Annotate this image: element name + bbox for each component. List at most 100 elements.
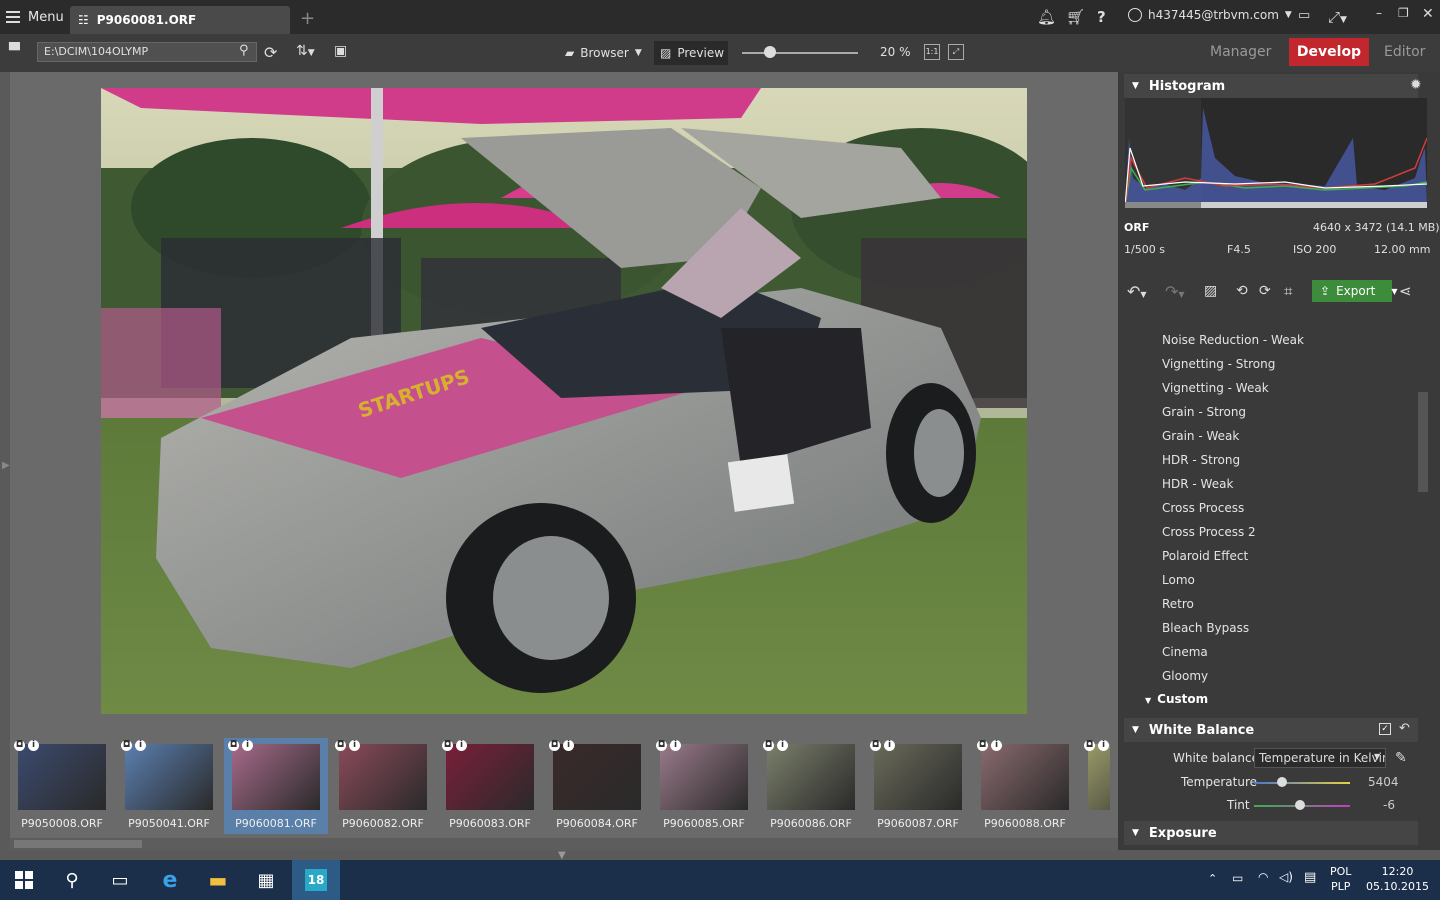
reset-icon[interactable]: ↶ bbox=[1399, 721, 1410, 736]
preset-item[interactable]: Vignetting - Strong bbox=[1162, 357, 1275, 371]
share-icon[interactable]: ⋖ bbox=[1399, 282, 1412, 300]
panel-scrollbar[interactable] bbox=[1418, 392, 1428, 492]
preset-item[interactable]: Cross Process 2 bbox=[1162, 525, 1256, 539]
histogram-header[interactable]: ▼ Histogram bbox=[1124, 74, 1418, 98]
preset-item[interactable]: Grain - Weak bbox=[1162, 429, 1239, 443]
edge-browser-icon[interactable]: e bbox=[146, 860, 194, 900]
main-photo[interactable]: STARTUPS bbox=[101, 88, 1027, 714]
temperature-slider-handle[interactable] bbox=[1277, 777, 1287, 787]
filmstrip-thumbnail[interactable]: ◘ i P9060082.ORF bbox=[331, 738, 435, 834]
cart-icon[interactable]: 🛒︎ bbox=[1066, 8, 1085, 26]
document-tab[interactable]: ☷ P9060081.ORF bbox=[70, 6, 290, 34]
preset-item[interactable]: Retro bbox=[1162, 597, 1194, 611]
language-indicator[interactable]: POL PLP bbox=[1330, 864, 1351, 894]
filmstrip-thumbnail[interactable]: ◘ i P9060081.ORF bbox=[224, 738, 328, 834]
preset-item[interactable]: Grain - Strong bbox=[1162, 405, 1246, 419]
preset-item[interactable]: Gloomy bbox=[1162, 669, 1208, 683]
new-folder-icon[interactable]: ▣ bbox=[334, 43, 347, 59]
restore-button[interactable]: ❐ bbox=[1398, 6, 1409, 20]
filmstrip-thumbnail[interactable]: ◘ i P9050008.ORF bbox=[10, 738, 114, 834]
chevron-down-icon: ▼ bbox=[1145, 696, 1152, 705]
eyedropper-icon[interactable]: ✎ bbox=[1395, 750, 1407, 766]
help-icon[interactable]: ? bbox=[1097, 8, 1106, 26]
preset-item[interactable]: HDR - Strong bbox=[1162, 453, 1240, 467]
exposure-header[interactable]: ▼ Exposure bbox=[1124, 821, 1418, 845]
filmstrip-thumbnail[interactable]: ◘i P912 bbox=[1080, 738, 1110, 834]
crop-icon[interactable]: ⌗ bbox=[1284, 282, 1292, 300]
zoner-app-icon[interactable]: 18 bbox=[292, 860, 340, 900]
left-panel-toggle-icon[interactable]: ▶ bbox=[2, 460, 10, 471]
mode-develop-tab[interactable]: Develop bbox=[1289, 38, 1369, 66]
bell-icon[interactable]: 🔔︎ bbox=[1037, 8, 1056, 26]
add-tab-icon[interactable]: + bbox=[300, 8, 315, 29]
file-explorer-icon[interactable]: ▬ bbox=[194, 860, 242, 900]
windows-start-icon[interactable] bbox=[0, 860, 48, 900]
folder-up-icon[interactable]: ▀ bbox=[9, 43, 20, 59]
wifi-icon[interactable]: ◠ bbox=[1258, 870, 1268, 884]
thumbnail-filename: P9060082.ORF bbox=[342, 817, 424, 830]
preset-item[interactable]: HDR - Weak bbox=[1162, 477, 1233, 491]
refresh-icon[interactable]: ⟳ bbox=[264, 43, 277, 62]
filmstrip-scrollbar[interactable] bbox=[10, 838, 1118, 850]
battery-icon[interactable]: ▭ bbox=[1232, 871, 1243, 885]
filmstrip-thumbnail[interactable]: ◘ i P9060083.ORF bbox=[438, 738, 542, 834]
info-icon: i bbox=[884, 740, 895, 751]
preset-item[interactable]: Cinema bbox=[1162, 645, 1208, 659]
sort-icon[interactable]: ⇅▼ bbox=[296, 43, 315, 59]
browser-button[interactable]: ▰ Browser ▼ bbox=[565, 42, 642, 64]
rotate-right-icon[interactable]: ⟳ bbox=[1259, 283, 1271, 299]
undo-icon[interactable]: ↶▼ bbox=[1127, 282, 1147, 301]
settings-icon[interactable]: ✹ bbox=[1410, 77, 1422, 93]
zoom-slider-handle[interactable] bbox=[764, 46, 776, 58]
redo-icon[interactable]: ↷▼ bbox=[1165, 282, 1185, 301]
filmstrip-thumbnail[interactable]: ◘ i P9060088.ORF bbox=[973, 738, 1077, 834]
tint-slider-handle[interactable] bbox=[1295, 800, 1305, 810]
temperature-value[interactable]: 5404 bbox=[1368, 775, 1399, 789]
preset-item[interactable]: Cross Process bbox=[1162, 501, 1244, 515]
close-button[interactable]: ✕ bbox=[1422, 6, 1434, 22]
preset-item[interactable]: Noise Reduction - Weak bbox=[1162, 333, 1304, 347]
volume-icon[interactable]: ◁) bbox=[1279, 870, 1293, 884]
menu-button[interactable]: Menu bbox=[6, 7, 64, 27]
filmstrip-thumbnail[interactable]: ◘ i P9060086.ORF bbox=[759, 738, 863, 834]
path-input[interactable]: E:\DCIM\104OLYMP bbox=[37, 42, 257, 62]
store-icon[interactable]: ▦ bbox=[242, 860, 290, 900]
shutter-speed: 1/500 s bbox=[1124, 243, 1165, 256]
actual-size-button[interactable]: 1:1 bbox=[924, 44, 940, 60]
preset-item[interactable]: Vignetting - Weak bbox=[1162, 381, 1269, 395]
filmstrip-thumbnail[interactable]: ◘ i P9050041.ORF bbox=[117, 738, 221, 834]
task-view-icon[interactable]: ▭ bbox=[96, 860, 144, 900]
mode-editor-tab[interactable]: Editor bbox=[1384, 44, 1425, 60]
filmstrip-thumbnail[interactable]: ◘ i P9060087.ORF bbox=[866, 738, 970, 834]
clock[interactable]: 12:20 05.10.2015 bbox=[1366, 864, 1429, 894]
preset-item[interactable]: Polaroid Effect bbox=[1162, 549, 1248, 563]
monitor-icon[interactable]: ▭ bbox=[1298, 8, 1310, 23]
temperature-slider-track[interactable] bbox=[1254, 782, 1350, 784]
preset-group-custom[interactable]: ▼ Custom bbox=[1145, 692, 1208, 706]
white-balance-select[interactable]: Temperature in Kelvin bbox=[1254, 748, 1386, 768]
filmstrip-thumbnail[interactable]: ◘ i P9060085.ORF bbox=[652, 738, 756, 834]
preset-item[interactable]: Bleach Bypass bbox=[1162, 621, 1249, 635]
export-button[interactable]: ⇪ Export ▼ bbox=[1312, 280, 1398, 302]
preset-item[interactable]: Lomo bbox=[1162, 573, 1195, 587]
search-icon[interactable]: ⚲ bbox=[48, 860, 96, 900]
filmstrip-scroll-thumb[interactable] bbox=[14, 840, 142, 848]
white-balance-checkbox[interactable]: ✓ bbox=[1379, 723, 1391, 735]
chevron-up-icon[interactable]: ⌃ bbox=[1208, 872, 1217, 885]
image-icon: ▨ bbox=[660, 46, 672, 60]
notification-icon[interactable]: ▤ bbox=[1304, 870, 1316, 885]
rotate-left-icon[interactable]: ⟲ bbox=[1236, 283, 1248, 299]
tint-value[interactable]: -6 bbox=[1383, 798, 1395, 812]
white-balance-header[interactable]: ▼ White Balance bbox=[1124, 718, 1418, 742]
fullscreen-icon[interactable]: ⤢▼ bbox=[1328, 8, 1347, 26]
chevron-down-icon: ▼ bbox=[1132, 81, 1139, 91]
user-account[interactable]: h437445@trbvm.com ▼ bbox=[1128, 8, 1292, 22]
minimize-button[interactable]: – bbox=[1376, 6, 1382, 20]
zoom-slider-track[interactable] bbox=[742, 52, 858, 54]
filmstrip-thumbnail[interactable]: ◘ i P9060084.ORF bbox=[545, 738, 649, 834]
search-icon[interactable]: ⚲ bbox=[239, 43, 249, 58]
mode-manager-tab[interactable]: Manager bbox=[1210, 44, 1271, 60]
preview-button[interactable]: ▨ Preview bbox=[654, 41, 728, 65]
fit-screen-icon[interactable]: ⤢ bbox=[948, 44, 964, 60]
compare-image-icon[interactable]: ▨ bbox=[1204, 283, 1217, 299]
